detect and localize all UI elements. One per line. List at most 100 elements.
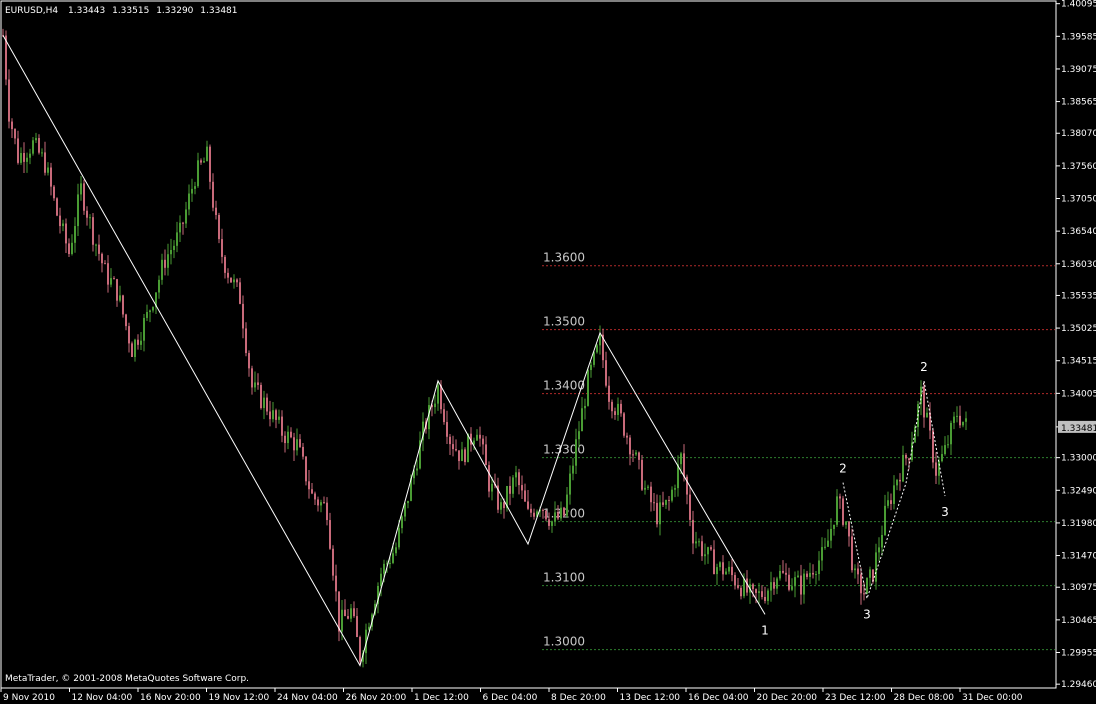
wave-label: 2 — [920, 360, 928, 374]
candle-body — [401, 516, 403, 529]
candle-body — [335, 575, 337, 592]
candle-body — [464, 449, 466, 463]
candle-body — [932, 430, 934, 463]
candle-body — [743, 578, 745, 597]
candle-body — [287, 431, 289, 444]
candle-body — [926, 412, 928, 418]
candle-body — [95, 244, 97, 246]
candle-body — [866, 577, 868, 594]
current-price-label: 1.33481 — [1061, 424, 1096, 434]
y-tick-label: 1.39585 — [1061, 32, 1096, 42]
candle-body — [923, 386, 925, 418]
candle-body — [623, 413, 625, 436]
candle-body — [53, 186, 55, 199]
candle-body — [959, 415, 961, 426]
candle-body — [491, 483, 493, 492]
candle-body — [860, 574, 862, 594]
candle-body — [782, 570, 784, 573]
candle-body — [890, 500, 892, 504]
candle-body — [254, 382, 256, 388]
y-tick-label: 1.32490 — [1061, 486, 1096, 496]
candle-body — [215, 207, 217, 215]
x-tick-label: 31 Dec 00:00 — [962, 693, 1023, 703]
candle-body — [683, 453, 685, 477]
candles-layer — [2, 28, 967, 668]
candle-body — [398, 528, 400, 548]
candle-body — [947, 444, 949, 446]
candle-body — [548, 519, 550, 526]
candle-body — [659, 502, 661, 525]
candle-body — [500, 502, 502, 510]
candle-body — [593, 352, 595, 365]
candle-body — [32, 140, 34, 154]
candle-body — [887, 500, 889, 506]
ohlc-high: 1.33515 — [112, 6, 149, 16]
candle-body — [29, 153, 31, 158]
price-chart[interactable]: 1.36001.35001.34001.33001.32001.31001.30… — [0, 0, 1096, 704]
candle-body — [239, 282, 241, 304]
candle-body — [227, 272, 229, 278]
candle-body — [953, 416, 955, 423]
candle-body — [725, 571, 727, 575]
y-tick-label: 1.30975 — [1061, 583, 1096, 593]
candle-body — [785, 572, 787, 575]
candle-body — [794, 577, 796, 587]
candle-body — [182, 222, 184, 224]
candle-body — [143, 317, 145, 341]
candle-body — [632, 454, 634, 456]
candle-body — [488, 465, 490, 492]
candle-body — [641, 459, 643, 490]
candle-body — [713, 549, 715, 575]
candle-body — [290, 431, 292, 438]
candle-body — [650, 486, 652, 503]
candle-body — [257, 382, 259, 385]
candle-body — [761, 591, 763, 597]
candle-body — [35, 138, 37, 141]
candle-body — [806, 573, 808, 577]
candle-body — [110, 278, 112, 285]
x-tick-label: 24 Nov 04:00 — [277, 693, 338, 703]
candle-body — [854, 568, 856, 571]
candle-body — [326, 502, 328, 521]
candle-body — [731, 566, 733, 576]
candle-body — [902, 454, 904, 482]
chart-window[interactable]: 1.36001.35001.34001.33001.32001.31001.30… — [0, 0, 1096, 704]
candle-body — [692, 519, 694, 544]
candle-body — [446, 422, 448, 437]
candle-body — [14, 129, 16, 139]
x-tick-label: 13 Dec 12:00 — [620, 693, 681, 703]
candle-body — [734, 575, 736, 586]
candle-body — [203, 161, 205, 163]
x-tick-label: 9 Nov 2010 — [3, 693, 55, 703]
candle-body — [533, 512, 535, 517]
candle-body — [518, 472, 520, 486]
candle-body — [674, 488, 676, 490]
candle-body — [638, 452, 640, 460]
candle-body — [716, 567, 718, 575]
y-tick-label: 1.31980 — [1061, 519, 1096, 529]
candle-body — [779, 570, 781, 579]
candle-body — [590, 364, 592, 371]
candle-body — [278, 416, 280, 420]
candle-body — [173, 245, 175, 250]
x-tick-label: 6 Dec 04:00 — [483, 693, 538, 703]
candle-body — [557, 512, 559, 519]
candle-body — [848, 521, 850, 537]
candle-body — [230, 277, 232, 283]
candle-body — [800, 575, 802, 595]
y-tick-label: 1.34005 — [1061, 389, 1096, 399]
candle-body — [452, 444, 454, 450]
candle-body — [125, 314, 127, 327]
candle-body — [950, 422, 952, 445]
candle-body — [605, 360, 607, 386]
candle-body — [185, 209, 187, 224]
wave-label: 3 — [941, 505, 949, 519]
x-tick-label: 16 Dec 04:00 — [688, 693, 749, 703]
candle-body — [635, 452, 637, 455]
y-tick-label: 1.35535 — [1061, 291, 1096, 301]
candle-body — [59, 215, 61, 227]
candle-body — [311, 489, 313, 494]
y-tick-label: 1.29955 — [1061, 648, 1096, 658]
candle-body — [929, 412, 931, 431]
candle-body — [188, 193, 190, 210]
